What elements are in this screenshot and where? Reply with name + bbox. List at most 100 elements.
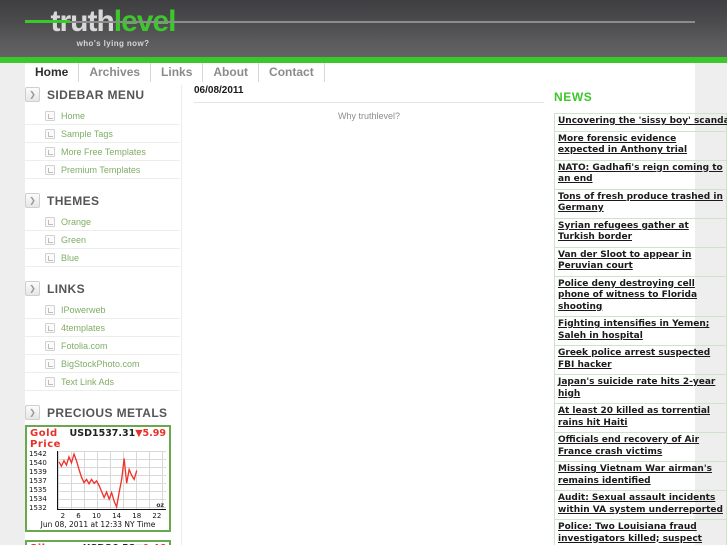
chevron-right-icon[interactable]: ❯ [25,405,40,420]
content-divider [181,85,182,545]
chevron-right-icon[interactable]: ❯ [25,193,40,208]
list-item[interactable]: Blue [25,249,180,267]
sidebar-link[interactable]: BigStockPhoto.com [61,359,140,369]
news-headline-link[interactable]: Police deny destroying cell phone of wit… [558,279,724,314]
news-item[interactable]: Uncovering the 'sissy boy' scandal [555,114,727,132]
sidebar-link[interactable]: Blue [61,253,79,263]
main-content: 06/08/2011 Why truthlevel? [194,85,544,121]
news-item[interactable]: Officials end recovery of Air France cra… [555,433,726,462]
site-tagline: who's lying now? [76,39,150,48]
sidebar-link[interactable]: Orange [61,217,91,227]
sidebar-link[interactable]: 4templates [61,323,105,333]
chart-plot-area [57,451,166,510]
x-tick-label: 22 [152,512,162,520]
site-logo[interactable]: truthlevel who's lying now? [33,6,193,49]
y-tick-label: 1537 [29,477,47,485]
bullet-square-icon [45,358,55,369]
sidebar-link[interactable]: Premium Templates [61,165,140,175]
metal-price-widget[interactable]: Gold Price USD1537.31▼5.99 1542 1540 1539 153… [25,425,171,532]
chevron-right-icon[interactable]: ❯ [25,87,40,102]
sidebar-section-title: THEMES [47,193,100,208]
sidebar-link[interactable]: Sample Tags [61,129,113,139]
news-headline-link[interactable]: Police: Two Louisiana fraud investigator… [558,522,724,545]
y-tick-label: 1542 [29,450,47,458]
news-item[interactable]: NATO: Gadhafi's reign coming to an end [555,161,726,190]
bullet-square-icon [45,110,55,121]
site-header: truthlevel who's lying now? [0,0,727,57]
sidebar-link[interactable]: Fotolia.com [61,341,108,351]
bullet-square-icon [45,304,55,315]
y-tick-label: 1540 [29,459,47,467]
news-item[interactable]: Fighting intensifies in Yemen; Saleh in … [555,317,726,346]
sidebar-link[interactable]: Home [61,111,85,121]
news-headline-link[interactable]: Audit: Sexual assault incidents within V… [558,493,724,516]
metal-change: ▼5.99 [135,428,166,439]
sidebar-section-header[interactable]: ❯ PRECIOUS METALS [25,405,180,420]
news-headline-link[interactable]: Missing Vietnam War airman's remains ide… [558,464,724,487]
sidebar-link[interactable]: More Free Templates [61,147,146,157]
sidebar-section-header[interactable]: ❯ THEMES [25,193,180,208]
news-headline-link[interactable]: NATO: Gadhafi's reign coming to an end [558,163,724,186]
sidebar-section-list: Orange Green Blue [25,213,180,267]
news-headline-link[interactable]: Tons of fresh produce trashed in Germany [558,192,724,215]
news-headline-link[interactable]: At least 20 killed as torrential rains h… [558,406,724,429]
nav-item-archives[interactable]: Archives [79,63,152,82]
list-item[interactable]: Sample Tags [25,125,180,143]
chart-x-axis: 2 6 10 14 18 22 [55,512,169,520]
sidebar-link[interactable]: IPowerweb [61,305,106,315]
news-headline-link[interactable]: Fighting intensifies in Yemen; Saleh in … [558,319,724,342]
list-item[interactable]: Orange [25,213,180,231]
bullet-square-icon [45,128,55,139]
news-headline-link[interactable]: Japan's suicide rate hits 2-year high [558,377,724,400]
news-item[interactable]: Tons of fresh produce trashed in Germany [555,190,726,219]
x-tick-label: 14 [112,512,122,520]
metal-price-value: USD1537.31 [69,428,136,439]
sidebar-section-title: PRECIOUS METALS [47,405,168,420]
list-item[interactable]: Green [25,231,180,249]
news-item[interactable]: Audit: Sexual assault incidents within V… [555,491,726,520]
news-item[interactable]: Missing Vietnam War airman's remains ide… [555,462,726,491]
news-headline-link[interactable]: Officials end recovery of Air France cra… [558,435,724,458]
list-item[interactable]: 4templates [25,319,180,337]
y-tick-label: 1532 [29,504,47,512]
list-item[interactable]: Premium Templates [25,161,180,179]
news-headline-link[interactable]: Greek police arrest suspected FBI hacker [558,348,724,371]
news-item[interactable]: Syrian refugees gather at Turkish border [555,219,726,248]
bullet-square-icon [45,164,55,175]
news-headline-link[interactable]: Syrian refugees gather at Turkish border [558,221,724,244]
news-item[interactable]: Van der Sloot to appear in Peruvian cour… [555,248,726,277]
news-headline-link[interactable]: More forensic evidence expected in Antho… [558,134,724,157]
sidebar-section-header[interactable]: ❯ LINKS [25,281,180,296]
nav-item-home[interactable]: Home [25,63,80,82]
sidebar-link[interactable]: Text Link Ads [61,377,114,387]
nav-item-contact[interactable]: Contact [259,63,325,82]
chevron-right-icon[interactable]: ❯ [25,281,40,296]
list-item[interactable]: Home [25,107,180,125]
metal-price-widget[interactable]: Silver PriceUSD36.58▼0.4636.9036.7736.63… [25,540,171,545]
metal-header: Gold Price USD1537.31▼5.99 [27,427,169,450]
nav-item-links[interactable]: Links [151,63,204,82]
news-panel-title: NEWS [554,90,593,104]
news-item[interactable]: More forensic evidence expected in Antho… [555,132,726,161]
sidebar-section-header[interactable]: ❯ SIDEBAR MENU [25,87,180,102]
page-root: truthlevel who's lying now? Home Archives… [0,0,727,545]
list-item[interactable]: BigStockPhoto.com [25,355,180,373]
nav-item-about[interactable]: About [203,63,260,82]
list-item[interactable]: More Free Templates [25,143,180,161]
main-subtitle: Why truthlevel? [337,111,401,121]
list-item[interactable]: Fotolia.com [25,337,180,355]
news-item[interactable]: Police deny destroying cell phone of wit… [555,277,726,317]
bullet-square-icon [45,216,55,227]
bullet-square-icon [45,234,55,245]
sidebar-link[interactable]: Green [61,235,86,245]
news-item[interactable]: At least 20 killed as torrential rains h… [555,404,726,433]
news-headline-link[interactable]: Van der Sloot to appear in Peruvian cour… [558,250,724,273]
news-item[interactable]: Police: Two Louisiana fraud investigator… [555,520,726,545]
news-item[interactable]: Greek police arrest suspected FBI hacker [555,346,726,375]
news-headline-link[interactable]: Uncovering the 'sissy boy' scandal [558,116,727,128]
list-item[interactable]: Text Link Ads [25,373,180,391]
news-item[interactable]: Japan's suicide rate hits 2-year high [555,375,726,404]
nav-rule [70,21,695,23]
news-panel: NEWS Uncovering the 'sissy boy' scandal M… [554,90,727,545]
list-item[interactable]: IPowerweb [25,301,180,319]
